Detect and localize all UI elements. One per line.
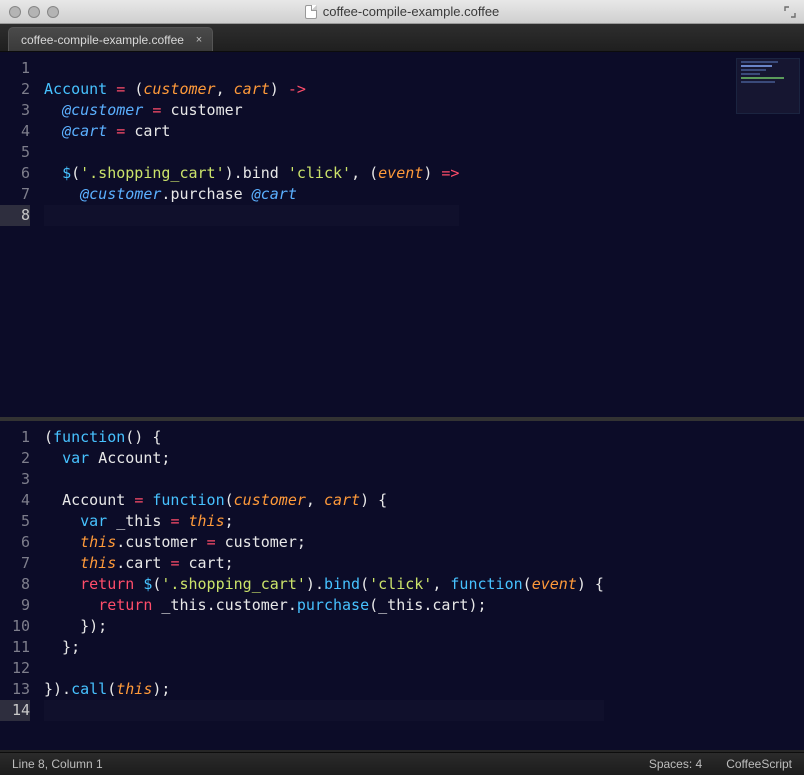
tab-label: coffee-compile-example.coffee	[21, 33, 184, 47]
code-line[interactable]	[44, 469, 604, 490]
status-syntax[interactable]: CoffeeScript	[726, 757, 792, 771]
code-line[interactable]	[44, 658, 604, 679]
code-line[interactable]: @customer.purchase @cart	[44, 184, 459, 205]
window-controls	[0, 6, 59, 18]
fullscreen-icon[interactable]	[784, 6, 796, 18]
line-number: 3	[0, 100, 30, 121]
code-area[interactable]: Account = (customer, cart) -> @customer …	[38, 52, 459, 232]
window-title: coffee-compile-example.coffee	[0, 4, 804, 19]
line-number: 5	[0, 511, 30, 532]
code-line[interactable]: var _this = this;	[44, 511, 604, 532]
status-bar: Line 8, Column 1 Spaces: 4 CoffeeScript	[0, 752, 804, 775]
window-titlebar: coffee-compile-example.coffee	[0, 0, 804, 24]
tab-strip: coffee-compile-example.coffee ×	[0, 24, 804, 52]
line-number: 4	[0, 121, 30, 142]
code-line[interactable]	[44, 700, 604, 721]
line-number: 1	[0, 427, 30, 448]
window-title-text: coffee-compile-example.coffee	[323, 4, 500, 19]
line-number: 11	[0, 637, 30, 658]
code-line[interactable]: Account = function(customer, cart) {	[44, 490, 604, 511]
line-number: 14	[0, 700, 30, 721]
line-number: 2	[0, 448, 30, 469]
line-number: 1	[0, 58, 30, 79]
code-line[interactable]: @cart = cart	[44, 121, 459, 142]
line-number: 13	[0, 679, 30, 700]
code-line[interactable]: $('.shopping_cart').bind 'click', (event…	[44, 163, 459, 184]
zoom-window-button[interactable]	[47, 6, 59, 18]
tab-file[interactable]: coffee-compile-example.coffee ×	[8, 27, 213, 51]
code-line[interactable]: var Account;	[44, 448, 604, 469]
code-line[interactable]: return _this.customer.purchase(_this.car…	[44, 595, 604, 616]
line-number: 9	[0, 595, 30, 616]
code-line[interactable]: });	[44, 616, 604, 637]
line-number: 6	[0, 163, 30, 184]
code-line[interactable]	[44, 205, 459, 226]
line-number: 10	[0, 616, 30, 637]
compiled-pane[interactable]: 1234567891011121314 (function() { var Ac…	[0, 421, 804, 752]
code-line[interactable]: Account = (customer, cart) ->	[44, 79, 459, 100]
code-line[interactable]	[44, 58, 459, 79]
code-area[interactable]: (function() { var Account; Account = fun…	[38, 421, 604, 727]
line-number: 5	[0, 142, 30, 163]
code-line[interactable]	[44, 142, 459, 163]
code-line[interactable]: (function() {	[44, 427, 604, 448]
line-number: 7	[0, 184, 30, 205]
close-window-button[interactable]	[9, 6, 21, 18]
editor-panes: 12345678 Account = (customer, cart) -> @…	[0, 52, 804, 752]
gutter: 12345678	[0, 52, 38, 232]
line-number: 2	[0, 79, 30, 100]
status-indent[interactable]: Spaces: 4	[649, 757, 702, 771]
code-line[interactable]: return $('.shopping_cart').bind('click',…	[44, 574, 604, 595]
line-number: 6	[0, 532, 30, 553]
code-line[interactable]: @customer = customer	[44, 100, 459, 121]
gutter: 1234567891011121314	[0, 421, 38, 727]
document-icon	[305, 5, 317, 19]
code-line[interactable]: }).call(this);	[44, 679, 604, 700]
line-number: 12	[0, 658, 30, 679]
line-number: 7	[0, 553, 30, 574]
code-line[interactable]: this.customer = customer;	[44, 532, 604, 553]
line-number: 8	[0, 205, 30, 226]
source-pane[interactable]: 12345678 Account = (customer, cart) -> @…	[0, 52, 804, 421]
line-number: 8	[0, 574, 30, 595]
line-number: 4	[0, 490, 30, 511]
minimap[interactable]	[736, 58, 800, 114]
minimize-window-button[interactable]	[28, 6, 40, 18]
tab-close-icon[interactable]: ×	[194, 35, 204, 45]
code-line[interactable]: };	[44, 637, 604, 658]
code-line[interactable]: this.cart = cart;	[44, 553, 604, 574]
status-position[interactable]: Line 8, Column 1	[12, 757, 103, 771]
line-number: 3	[0, 469, 30, 490]
